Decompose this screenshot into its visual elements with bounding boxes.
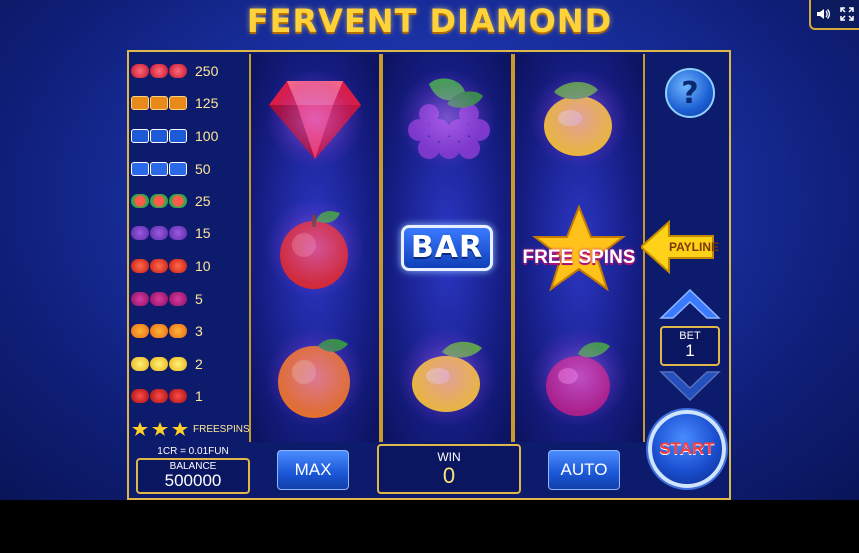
star-icon xyxy=(131,421,191,437)
paytable-value: 50 xyxy=(195,161,211,177)
paytable-value: 3 xyxy=(195,323,203,339)
reel-cell xyxy=(251,54,379,183)
help-button[interactable]: ? xyxy=(665,68,715,118)
paytable-row: 3 xyxy=(131,320,249,342)
paytable-value: FREESPINS xyxy=(193,423,250,435)
paytable-row: 50 xyxy=(131,158,249,180)
reel-cell: BAR xyxy=(383,183,511,312)
help-label: ? xyxy=(681,75,699,111)
reel-cell: FREE SPINS xyxy=(515,183,643,312)
paytable-row: FREESPINS xyxy=(131,418,250,440)
reel-cell xyxy=(251,312,379,441)
lemon-icon xyxy=(131,357,193,371)
free-spins-symbol-text: FREE SPINS xyxy=(522,246,636,268)
paytable-value: 2 xyxy=(195,356,203,372)
paytable-row: 100 xyxy=(131,125,249,147)
paytable-row: 5 xyxy=(131,288,249,310)
bet-value: 1 xyxy=(685,341,695,360)
win-value: 0 xyxy=(442,463,456,488)
paytable-row: 1 xyxy=(131,385,249,407)
bar-icon: BAR xyxy=(401,224,493,271)
paytable: 250 125 100 50 25 15 10 5 3 2 1 FREESPIN… xyxy=(131,56,250,440)
reel-cell xyxy=(251,183,379,312)
game-title: FERVENT DIAMOND xyxy=(246,2,613,40)
cherry-icon xyxy=(131,389,193,403)
top-controls xyxy=(809,0,859,30)
melon-icon xyxy=(131,194,193,208)
reel-cell xyxy=(515,312,643,441)
max-label: MAX xyxy=(294,460,332,479)
paytable-row: 15 xyxy=(131,222,249,244)
paytable-row: 25 xyxy=(131,190,249,212)
paytable-row: 125 xyxy=(131,92,249,114)
balance-display: BALANCE 500000 xyxy=(136,458,250,494)
game-stage: FERVENT DIAMOND 250 125 100 50 25 15 10 … xyxy=(0,0,859,500)
apple-icon xyxy=(131,259,193,273)
balance-value: 500000 xyxy=(164,471,222,490)
bet-down-button[interactable] xyxy=(659,370,721,404)
bar-blue-double-icon xyxy=(131,129,193,143)
reel-2: BAR xyxy=(381,54,513,442)
reels: BAR FREE SPINS xyxy=(249,54,645,442)
reel-cell xyxy=(515,54,643,183)
slot-frame: 250 125 100 50 25 15 10 5 3 2 1 FREESPIN… xyxy=(127,50,731,500)
paytable-value: 15 xyxy=(195,225,211,241)
paytable-row: 2 xyxy=(131,353,249,375)
max-button[interactable]: MAX xyxy=(277,450,349,490)
reel-1 xyxy=(249,54,381,442)
paytable-value: 125 xyxy=(195,95,219,111)
paytable-value: 250 xyxy=(195,63,219,79)
auto-button[interactable]: AUTO xyxy=(548,450,620,490)
letterbox-bar xyxy=(0,500,859,553)
win-label: WIN xyxy=(437,450,461,464)
speaker-icon[interactable] xyxy=(814,5,832,23)
paytable-row: 10 xyxy=(131,255,249,277)
paytable-value: 25 xyxy=(195,193,211,209)
diamond-icon xyxy=(131,64,193,78)
auto-label: AUTO xyxy=(560,460,608,479)
payline-label: PAYLINE xyxy=(669,240,720,254)
credit-note: 1CR = 0.01FUN xyxy=(157,446,229,457)
paytable-value: 100 xyxy=(195,128,219,144)
bar-blue-icon xyxy=(131,162,193,176)
bet-up-button[interactable] xyxy=(659,286,721,320)
bottom-controls: 1CR = 0.01FUN BALANCE 500000 MAX WIN 0 A… xyxy=(129,444,729,498)
paytable-value: 5 xyxy=(195,291,203,307)
win-display: WIN 0 xyxy=(377,444,521,494)
reel-cell xyxy=(383,312,511,441)
fullscreen-icon[interactable] xyxy=(838,5,856,23)
paytable-value: 1 xyxy=(195,388,203,404)
plum-icon xyxy=(131,292,193,306)
reel-cell xyxy=(383,54,511,183)
reel-3: FREE SPINS xyxy=(513,54,645,442)
paytable-value: 10 xyxy=(195,258,211,274)
grapes-icon xyxy=(131,226,193,240)
bar-symbol-text: BAR xyxy=(410,230,484,265)
orange-icon xyxy=(131,324,193,338)
bet-display: BET 1 xyxy=(660,326,720,366)
bar-orange-icon xyxy=(131,96,193,110)
paytable-row: 250 xyxy=(131,60,249,82)
